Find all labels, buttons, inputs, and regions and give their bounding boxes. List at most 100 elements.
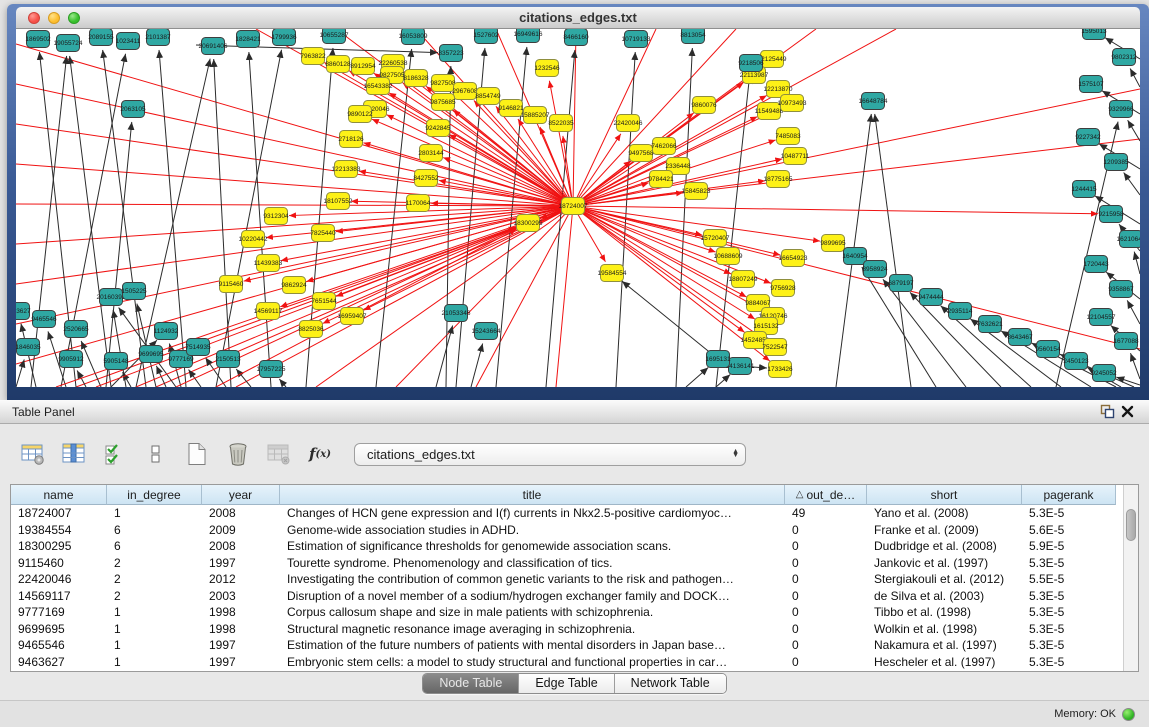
- graph-node[interactable]: 2150513: [215, 351, 241, 368]
- column-header-short[interactable]: short: [867, 485, 1022, 505]
- column-header-out_de[interactable]: △out_de…: [785, 485, 867, 505]
- graph-node[interactable]: 20691406: [199, 38, 228, 55]
- column-header-pagerank[interactable]: pagerank: [1022, 485, 1116, 505]
- graph-node[interactable]: 12213383: [332, 161, 361, 178]
- graph-node[interactable]: 2063105: [120, 101, 146, 118]
- graph-node[interactable]: 2101387: [145, 29, 171, 46]
- memory-status-button[interactable]: Memory: OK: [1054, 708, 1135, 721]
- graph-node[interactable]: 8860128: [325, 56, 351, 73]
- delete-column-button[interactable]: [225, 441, 251, 467]
- graph-node[interactable]: 9899695: [820, 235, 846, 252]
- graph-node[interactable]: 9115460: [219, 276, 244, 293]
- function-builder-button[interactable]: f(x): [307, 441, 333, 467]
- graph-node[interactable]: 7632621: [977, 316, 1003, 333]
- table-row[interactable]: 946362711997Embryonic stem cells: a mode…: [11, 654, 1138, 671]
- column-visibility-button[interactable]: [61, 441, 87, 467]
- graph-node[interactable]: 1677088: [1113, 333, 1139, 350]
- graph-node[interactable]: 1720443: [1083, 256, 1109, 273]
- graph-node[interactable]: 9862924: [281, 277, 307, 294]
- graph-node[interactable]: 16543382: [364, 78, 393, 95]
- graph-node[interactable]: 2967608: [452, 83, 478, 100]
- graph-node[interactable]: 1209385: [1103, 154, 1129, 171]
- graph-node[interactable]: 8522035: [548, 115, 574, 132]
- graph-node[interactable]: 18807249: [729, 271, 758, 288]
- graph-node[interactable]: 19584554: [598, 265, 627, 282]
- graph-node[interactable]: 1505225: [121, 283, 147, 300]
- tab-edge-table[interactable]: Edge Table: [518, 674, 613, 693]
- graph-node[interactable]: 9497568: [628, 145, 654, 162]
- graph-node[interactable]: 8825036: [298, 321, 324, 338]
- table-row[interactable]: 977716911998Corpus callosum shape and si…: [11, 604, 1138, 621]
- graph-node[interactable]: 9358867: [1108, 281, 1134, 298]
- graph-node[interactable]: 12104557: [1087, 309, 1116, 326]
- graph-node[interactable]: 1170064: [406, 195, 431, 212]
- graph-node[interactable]: 1695131: [705, 351, 731, 368]
- graph-node[interactable]: 16053809: [399, 29, 428, 45]
- graph-node[interactable]: 2089155: [88, 29, 114, 46]
- column-header-title[interactable]: title: [280, 485, 785, 505]
- graph-node[interactable]: 18775165: [764, 171, 793, 188]
- graph-node[interactable]: 1575107: [1078, 76, 1104, 93]
- graph-node[interactable]: 16210643: [1117, 231, 1140, 248]
- table-row[interactable]: 1872400712008Changes of HCN gene express…: [11, 505, 1138, 522]
- graph-node[interactable]: 2520665: [63, 321, 89, 338]
- deselect-all-button[interactable]: [143, 441, 169, 467]
- graph-node[interactable]: 8958924: [862, 261, 888, 278]
- graph-node[interactable]: 2935114: [948, 303, 973, 320]
- table-row[interactable]: 911546021997Tourette syndrome. Phenomeno…: [11, 555, 1138, 572]
- graph-node[interactable]: 1232546: [534, 60, 560, 77]
- graph-node[interactable]: 9245052: [1091, 365, 1117, 382]
- create-column-button[interactable]: [184, 441, 210, 467]
- graph-node[interactable]: 8427552: [413, 170, 439, 187]
- graph-node[interactable]: 7485083: [775, 128, 801, 145]
- graph-node[interactable]: 16654923: [779, 250, 808, 267]
- graph-node[interactable]: 1733426: [767, 361, 793, 378]
- graph-node[interactable]: 7522547: [762, 339, 788, 356]
- graph-node[interactable]: 8912954: [350, 58, 376, 75]
- tab-network-table[interactable]: Network Table: [614, 674, 726, 693]
- graph-node[interactable]: 17957225: [257, 361, 286, 378]
- window-titlebar[interactable]: citations_edges.txt: [16, 7, 1140, 29]
- graph-node[interactable]: 1595013: [1081, 29, 1107, 40]
- graph-node[interactable]: 9890122: [347, 106, 373, 123]
- graph-node[interactable]: 2718126: [338, 131, 364, 148]
- table-row[interactable]: 946554611997Estimation of the future num…: [11, 637, 1138, 654]
- graph-node[interactable]: 16959407: [338, 308, 367, 325]
- graph-node[interactable]: 9560154: [1035, 341, 1061, 358]
- column-header-in_degree[interactable]: in_degree: [107, 485, 202, 505]
- graph-node[interactable]: 9329966: [1108, 101, 1134, 118]
- graph-node[interactable]: 9699695: [138, 346, 164, 363]
- graph-node[interactable]: 7514935: [185, 339, 211, 356]
- table-scrollbar[interactable]: [1123, 485, 1138, 671]
- graph-node[interactable]: 1023411: [116, 33, 141, 50]
- tab-node-table[interactable]: Node Table: [423, 674, 518, 693]
- graph-node[interactable]: 1828421: [235, 31, 261, 48]
- table-row[interactable]: 1456911722003Disruption of a novel membe…: [11, 588, 1138, 605]
- graph-node[interactable]: 8854749: [475, 88, 501, 105]
- graph-node[interactable]: 22420046: [614, 115, 643, 132]
- graph-node[interactable]: 9242845: [425, 120, 451, 137]
- graph-node[interactable]: 1846035: [16, 339, 41, 356]
- graph-node[interactable]: 15720407: [701, 230, 730, 247]
- graph-node[interactable]: 7651544: [311, 293, 337, 310]
- graph-node[interactable]: 1527602: [473, 29, 499, 44]
- graph-node[interactable]: 9784421: [648, 171, 674, 188]
- graph-node[interactable]: 2450123: [1063, 353, 1089, 370]
- graph-node[interactable]: 8643467: [1007, 329, 1033, 346]
- graph-node[interactable]: 19055724: [54, 35, 83, 52]
- graph-node[interactable]: 9860076: [691, 97, 717, 114]
- graph-node[interactable]: 15845823: [682, 183, 711, 200]
- graph-node[interactable]: 9215958: [1098, 206, 1124, 223]
- graph-node[interactable]: 1869502: [25, 31, 51, 48]
- graph-node[interactable]: 10719133: [622, 31, 651, 48]
- graph-node[interactable]: 9218506: [738, 55, 764, 72]
- graph-node[interactable]: 1124932: [154, 323, 179, 340]
- close-panel-button[interactable]: [1117, 403, 1137, 421]
- graph-node[interactable]: 16949616: [514, 29, 543, 43]
- graph-node[interactable]: 8357223: [438, 45, 464, 62]
- graph-node[interactable]: 9756928: [770, 280, 796, 297]
- graph-node[interactable]: 10973493: [778, 95, 807, 112]
- graph-node[interactable]: 10688609: [714, 248, 743, 265]
- scrollbar-thumb[interactable]: [1126, 509, 1136, 541]
- graph-node[interactable]: 9463627: [16, 303, 31, 320]
